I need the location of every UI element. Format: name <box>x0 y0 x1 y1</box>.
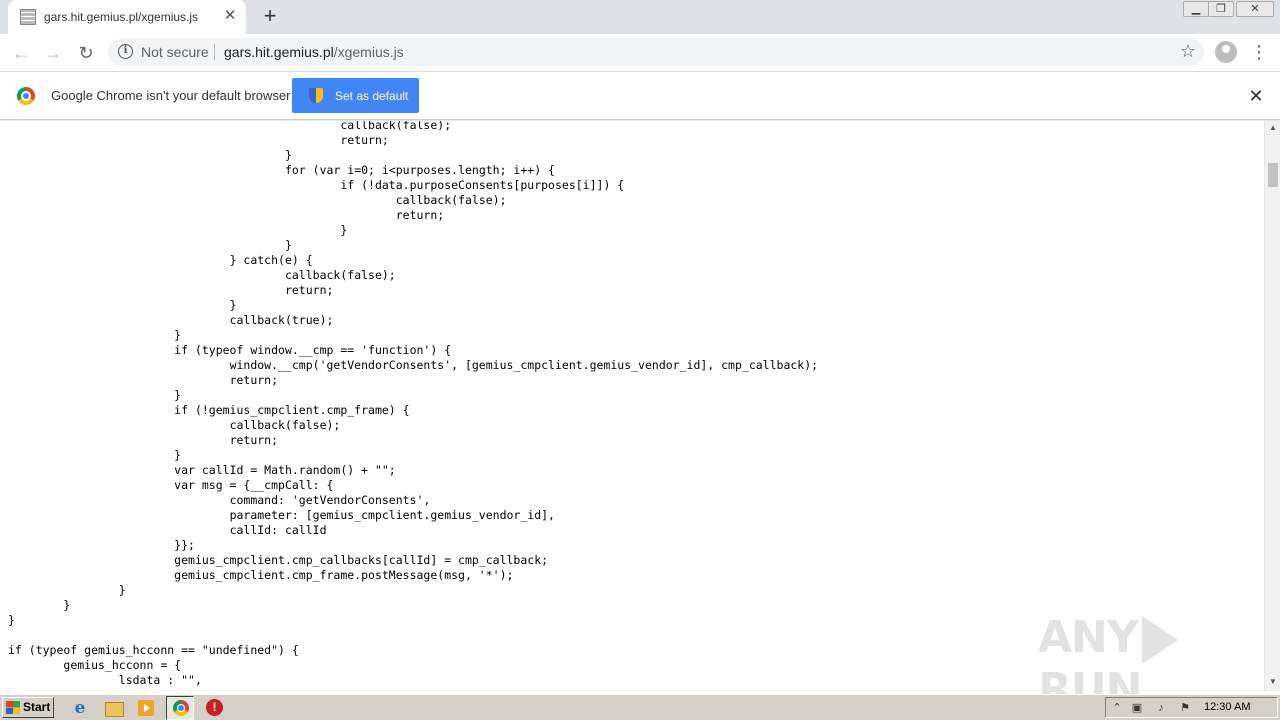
anyrun-watermark: ANYRUN <box>1038 612 1238 715</box>
kebab-menu-icon[interactable]: ⋮ <box>1250 40 1268 64</box>
code-line: callback(false); <box>8 121 452 132</box>
code-line: parameter: [gemius_cmpclient.gemius_vend… <box>8 508 555 522</box>
code-line: lsdata : "", <box>8 673 202 687</box>
code-line: } <box>8 328 182 342</box>
restore-window-button[interactable]: ❐ <box>1208 1 1234 17</box>
code-line: } <box>8 148 292 162</box>
url-text[interactable]: gars.hit.gemius.pl/xgemius.js <box>224 44 404 60</box>
code-line: } <box>8 613 15 627</box>
arrow-right-icon: → <box>44 43 62 63</box>
chrome-icon <box>173 700 189 716</box>
network-icon[interactable]: ▣ <box>1130 701 1144 715</box>
code-line: return; <box>8 133 389 147</box>
chrome-logo-icon <box>17 87 35 105</box>
code-line: } <box>8 298 237 312</box>
windows-logo-icon <box>6 701 20 714</box>
taskbar: Start e ⌃ ▣ ♪ ⚑ 12:30 AM <box>0 694 1280 720</box>
code-line: callback(false); <box>8 418 341 432</box>
code-line: for (var i=0; i<purposes.length; i++) { <box>8 163 555 177</box>
code-line: } <box>8 238 292 252</box>
start-label: Start <box>23 700 51 714</box>
tab-strip: gars.hit.gemius.pl/xgemius.js ✕ + ▁ ❐ ✕ <box>0 0 1280 34</box>
browser-toolbar: ← → ↻ i Not secure gars.hit.gemius.pl/xg… <box>0 34 1280 72</box>
chrome-taskbar-button[interactable] <box>166 696 194 720</box>
close-icon[interactable]: ✕ <box>1246 86 1266 106</box>
system-tray: ⌃ ▣ ♪ ⚑ 12:30 AM <box>1105 697 1278 718</box>
code-line: return; <box>8 433 279 447</box>
security-label[interactable]: Not secure <box>141 44 209 60</box>
avatar-icon[interactable] <box>1215 41 1237 63</box>
tab-close-icon[interactable]: ✕ <box>222 8 238 24</box>
back-button[interactable]: ← <box>8 40 34 66</box>
browser-tab[interactable]: gars.hit.gemius.pl/xgemius.js ✕ <box>8 0 246 34</box>
code-line: if (typeof gemius_hcconn == "undefined")… <box>8 643 299 657</box>
address-separator <box>214 44 215 60</box>
source-code: callback(false); return; } for (var i=0;… <box>8 121 818 688</box>
tab-title: gars.hit.gemius.pl/xgemius.js <box>44 10 199 24</box>
reload-icon: ↻ <box>78 43 94 63</box>
flag-icon[interactable]: ⚑ <box>1178 701 1192 715</box>
clock[interactable]: 12:30 AM <box>1204 701 1250 713</box>
start-button[interactable]: Start <box>2 697 54 718</box>
scrollbar-thumb[interactable] <box>1268 163 1278 187</box>
code-line: return; <box>8 373 279 387</box>
code-line: return; <box>8 208 445 222</box>
code-line: } <box>8 388 182 402</box>
infobar-message: Google Chrome isn't your default browser <box>51 88 291 103</box>
watermark-left: ANY <box>1038 612 1139 663</box>
code-line: } <box>8 448 182 462</box>
code-line: callback(false); <box>8 268 396 282</box>
code-line: if (typeof window.__cmp == 'function') { <box>8 343 452 357</box>
forward-button[interactable]: → <box>40 40 66 66</box>
set-as-default-button[interactable]: Set as default <box>292 78 419 113</box>
info-icon[interactable]: i <box>118 44 133 59</box>
code-line: gemius_cmpclient.cmp_frame.postMessage(m… <box>8 568 514 582</box>
page-favicon-icon <box>20 9 36 25</box>
code-line: if (!gemius_cmpclient.cmp_frame) { <box>8 403 410 417</box>
volume-icon[interactable]: ♪ <box>1154 701 1168 715</box>
url-host: gars.hit.gemius.pl <box>224 44 334 60</box>
code-line: window.__cmp('getVendorConsents', [gemiu… <box>8 358 819 372</box>
url-path: /xgemius.js <box>333 44 404 60</box>
page-content[interactable]: callback(false); return; } for (var i=0;… <box>0 121 1264 691</box>
code-line: callId: callId <box>8 523 327 537</box>
arrow-left-icon: ← <box>12 43 30 63</box>
code-line: callback(false); <box>8 193 507 207</box>
code-line: gemius_hcconn = { <box>8 658 182 672</box>
shield-icon <box>309 88 323 103</box>
code-line: command: 'getVendorConsents', <box>8 493 431 507</box>
code-line: } <box>8 598 71 612</box>
code-line: } catch(e) { <box>8 253 313 267</box>
code-line: } <box>8 223 348 237</box>
star-icon[interactable]: ☆ <box>1180 41 1196 62</box>
code-line: return; <box>8 283 334 297</box>
code-line: }}; <box>8 538 195 552</box>
scroll-up-icon[interactable]: ▲ <box>1265 123 1280 135</box>
minimize-window-button[interactable]: ▁ <box>1183 1 1209 17</box>
folder-icon[interactable] <box>104 698 124 718</box>
code-line: } <box>8 583 126 597</box>
scroll-down-icon[interactable]: ▼ <box>1265 677 1280 689</box>
play-icon <box>1141 616 1178 664</box>
tray-expand-icon[interactable]: ⌃ <box>1110 701 1124 715</box>
set-as-default-label: Set as default <box>335 89 409 103</box>
code-line: if (!data.purposeConsents[purposes[i]]) … <box>8 178 625 192</box>
media-player-icon[interactable] <box>137 698 157 718</box>
address-bar[interactable]: i Not secure gars.hit.gemius.pl/xgemius.… <box>108 38 1204 66</box>
code-line: callback(true); <box>8 313 334 327</box>
internet-explorer-icon[interactable]: e <box>70 698 90 718</box>
default-browser-infobar: Google Chrome isn't your default browser… <box>0 72 1280 120</box>
stop-icon[interactable] <box>205 698 225 718</box>
close-window-button[interactable]: ✕ <box>1236 1 1274 17</box>
code-line: gemius_cmpclient.cmp_callbacks[callId] =… <box>8 553 549 567</box>
vertical-scrollbar[interactable]: ▲ ▼ <box>1264 121 1280 691</box>
code-line: var callId = Math.random() + ""; <box>8 463 396 477</box>
new-tab-button[interactable]: + <box>258 5 282 29</box>
reload-button[interactable]: ↻ <box>73 40 99 66</box>
code-line: var msg = {__cmpCall: { <box>8 478 334 492</box>
